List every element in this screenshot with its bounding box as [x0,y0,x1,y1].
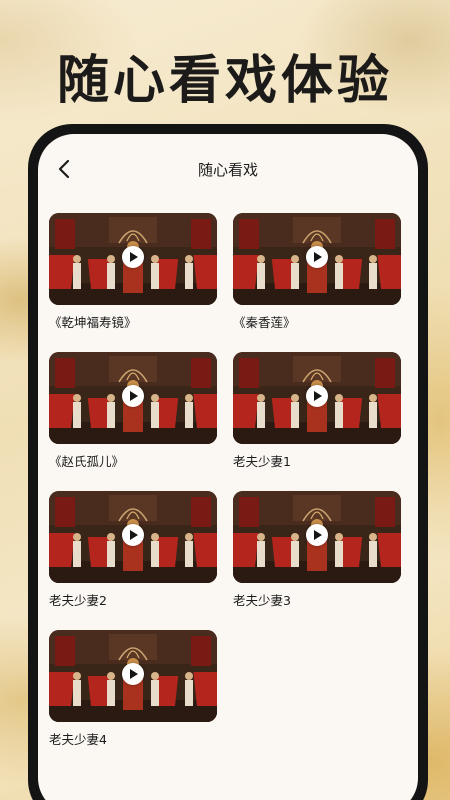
video-title[interactable]: 《乾坤福寿镜》 [49,315,217,331]
promo-headline: 随心看戏体验 [56,51,393,111]
video-thumbnail[interactable] [233,352,401,444]
video-title[interactable]: 老夫少妻2 [49,593,217,609]
play-icon[interactable] [306,524,328,546]
video-thumbnail[interactable] [49,213,217,305]
video-title[interactable]: 老夫少妻4 [49,732,217,748]
video-card[interactable]: 老夫少妻2 [49,491,217,630]
play-icon[interactable] [306,385,328,407]
phone-screen: 随心看戏 《乾坤福寿镜》 《秦香莲》 《赵氏孤儿》 老夫少妻1 老夫少妻2 老夫… [38,134,418,800]
nav-bar: 随心看戏 [38,134,418,206]
video-card[interactable]: 《乾坤福寿镜》 [49,213,217,352]
video-thumbnail[interactable] [49,630,217,722]
video-title[interactable]: 《赵氏孤儿》 [49,454,217,470]
video-title[interactable]: 《秦香莲》 [233,315,401,331]
play-icon[interactable] [122,385,144,407]
video-thumbnail[interactable] [49,352,217,444]
video-thumbnail[interactable] [233,213,401,305]
video-card[interactable]: 《赵氏孤儿》 [49,352,217,491]
video-card[interactable]: 《秦香莲》 [233,213,401,352]
play-icon[interactable] [306,246,328,268]
video-card[interactable]: 老夫少妻1 [233,352,401,491]
video-grid: 《乾坤福寿镜》 《秦香莲》 《赵氏孤儿》 老夫少妻1 老夫少妻2 老夫少妻3 老… [49,213,401,769]
play-icon[interactable] [122,524,144,546]
video-card[interactable]: 老夫少妻4 [49,630,217,769]
page-title: 随心看戏 [197,161,258,179]
video-title[interactable]: 老夫少妻3 [233,593,401,609]
video-card[interactable]: 老夫少妻3 [233,491,401,630]
video-thumbnail[interactable] [233,491,401,583]
video-title[interactable]: 老夫少妻1 [233,454,401,470]
phone-mockup: 随心看戏 《乾坤福寿镜》 《秦香莲》 《赵氏孤儿》 老夫少妻1 老夫少妻2 老夫… [28,124,428,800]
play-icon[interactable] [122,246,144,268]
video-thumbnail[interactable] [49,491,217,583]
play-icon[interactable] [122,663,144,685]
